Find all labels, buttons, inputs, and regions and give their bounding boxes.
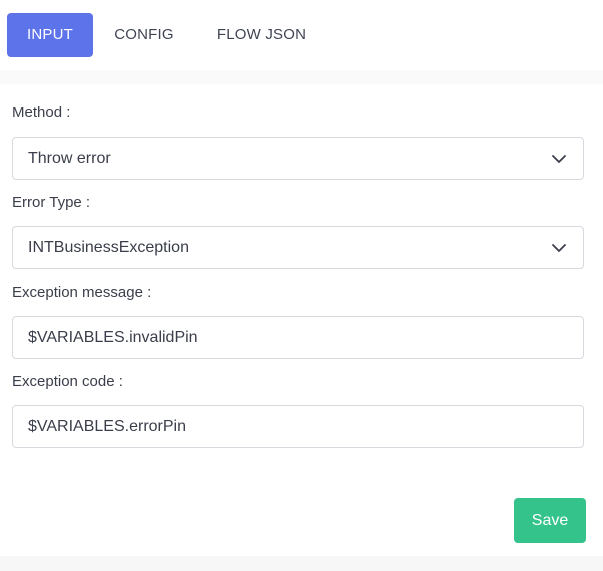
tab-input[interactable]: INPUT <box>7 13 93 57</box>
exception-code-label: Exception code : <box>12 373 123 390</box>
divider <box>0 70 603 84</box>
method-label: Method : <box>12 104 71 121</box>
exception-message-label: Exception message : <box>12 284 152 301</box>
exception-message-input[interactable]: $VARIABLES.invalidPin <box>12 316 584 359</box>
node-editor-panel: INPUT CONFIG FLOW JSON Method : Throw er… <box>0 0 603 571</box>
exception-code-value: $VARIABLES.errorPin <box>28 418 186 435</box>
exception-code-input[interactable]: $VARIABLES.errorPin <box>12 405 584 448</box>
tab-flow-json[interactable]: FLOW JSON <box>200 13 323 57</box>
exception-message-value: $VARIABLES.invalidPin <box>28 329 198 346</box>
tab-config[interactable]: CONFIG <box>100 13 188 57</box>
error-type-label: Error Type : <box>12 194 91 211</box>
footer-strip <box>0 556 603 571</box>
tab-bar: INPUT CONFIG FLOW JSON <box>0 0 603 70</box>
chevron-down-icon <box>552 244 566 252</box>
save-button[interactable]: Save <box>514 498 586 543</box>
method-select[interactable]: Throw error <box>12 137 584 180</box>
error-type-select[interactable]: INTBusinessException <box>12 226 584 269</box>
chevron-down-icon <box>552 155 566 163</box>
error-type-value: INTBusinessException <box>28 239 189 256</box>
method-value: Throw error <box>28 150 111 167</box>
